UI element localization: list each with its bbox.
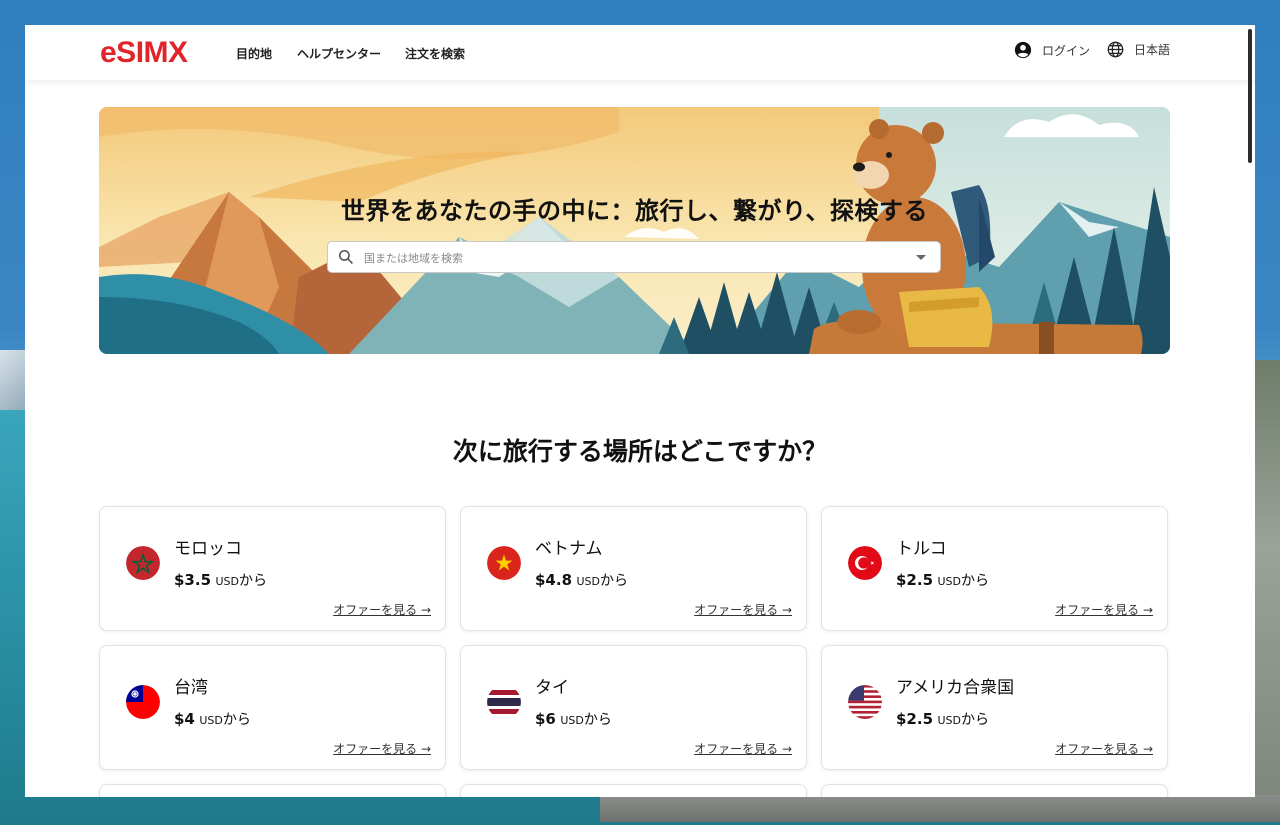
view-offers-link[interactable]: オファーを見る → — [694, 740, 792, 757]
destination-name: モロッコ — [174, 539, 242, 559]
destination-price: $4.8 USDから — [535, 571, 628, 589]
usa-flag-icon — [848, 685, 882, 719]
site-header: eSIMX 目的地 ヘルプセンター 注文を検索 ログイン 日本語 — [25, 25, 1255, 80]
destination-card-usa[interactable]: アメリカ合衆国 $2.5 USDから オファーを見る → — [821, 645, 1168, 770]
browser-page: eSIMX 目的地 ヘルプセンター 注文を検索 ログイン 日本語 世界をあなたの… — [25, 25, 1255, 797]
view-offers-link[interactable]: オファーを見る → — [694, 601, 792, 618]
view-offers-link[interactable]: オファーを見る → — [1055, 740, 1153, 757]
destination-card-turkey[interactable]: トルコ $2.5 USDから オファーを見る → — [821, 506, 1168, 631]
section-title: 次に旅行する場所はどこですか？ — [452, 437, 828, 466]
destination-price: $4 USDから — [174, 710, 251, 728]
thailand-flag-icon — [487, 685, 521, 719]
destination-name: アメリカ合衆国 — [896, 678, 1015, 698]
destination-name: ベトナム — [535, 539, 603, 559]
destination-card-partial[interactable] — [821, 784, 1168, 797]
hero-illustration — [99, 107, 1170, 354]
destination-price: $6 USDから — [535, 710, 612, 728]
destination-name: タイ — [535, 678, 569, 698]
destination-name: 台湾 — [174, 678, 208, 698]
destination-card-morocco[interactable]: モロッコ $3.5 USDから オファーを見る → — [99, 506, 446, 631]
login-label: ログイン — [1042, 43, 1091, 58]
destination-card-thailand[interactable]: タイ $6 USDから オファーを見る → — [460, 645, 807, 770]
search-input[interactable] — [362, 242, 906, 274]
esimx-logo[interactable]: eSIMX — [100, 36, 188, 70]
morocco-flag-icon — [126, 546, 160, 580]
account-icon — [1014, 41, 1032, 59]
destination-price: $2.5 USDから — [896, 710, 989, 728]
hero-title: 世界をあなたの手の中に：旅行し、繋がり、探検する — [340, 197, 929, 225]
destination-card-partial[interactable] — [460, 784, 807, 797]
view-offers-link[interactable]: オファーを見る → — [1055, 601, 1153, 618]
desktop-rock-background — [1255, 360, 1280, 822]
destination-name: トルコ — [896, 539, 947, 559]
search-icon — [338, 249, 353, 264]
language-selector[interactable]: 日本語 — [1107, 41, 1170, 58]
taiwan-flag-icon — [126, 685, 160, 719]
destination-search[interactable] — [327, 241, 941, 274]
destination-card-vietnam[interactable]: ベトナム $4.8 USDから オファーを見る → — [460, 506, 807, 631]
language-label: 日本語 — [1134, 43, 1171, 57]
chevron-down-icon[interactable] — [916, 255, 926, 260]
login-button[interactable]: ログイン — [1014, 41, 1090, 59]
destination-price: $2.5 USDから — [896, 571, 989, 589]
globe-icon — [1107, 41, 1124, 58]
destination-price: $3.5 USDから — [174, 571, 267, 589]
view-offers-link[interactable]: オファーを見る → — [333, 601, 431, 618]
nav-help-center[interactable]: ヘルプセンター — [297, 45, 381, 62]
nav-order-search[interactable]: 注文を検索 — [405, 45, 465, 62]
destination-card-taiwan[interactable]: 台湾 $4 USDから オファーを見る → — [99, 645, 446, 770]
hero-banner: 世界をあなたの手の中に：旅行し、繋がり、探検する — [99, 107, 1170, 354]
view-offers-link[interactable]: オファーを見る → — [333, 740, 431, 757]
turkey-flag-icon — [848, 546, 882, 580]
destination-card-partial[interactable] — [99, 784, 446, 797]
nav-destinations[interactable]: 目的地 — [236, 45, 272, 62]
scrollbar-thumb[interactable] — [1248, 29, 1252, 163]
desktop-rock-background-bottom — [600, 795, 1280, 822]
vietnam-flag-icon — [487, 546, 521, 580]
